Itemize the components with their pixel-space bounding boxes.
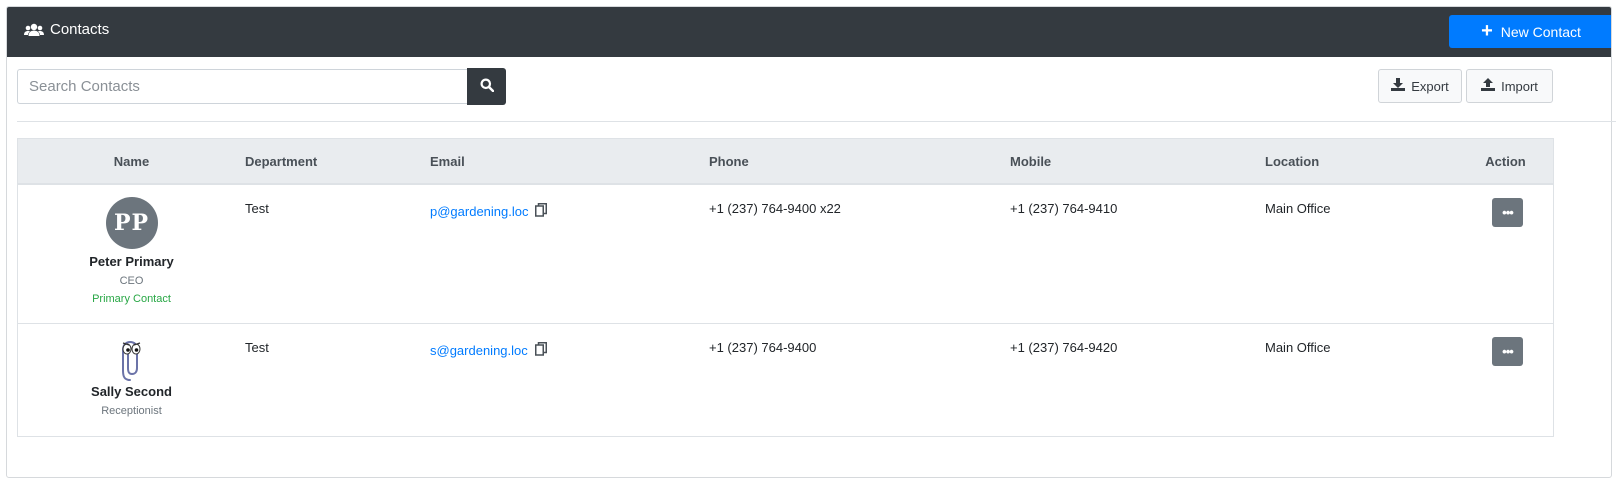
name-cell: Sally Second Receptionist (18, 323, 245, 437)
phone-cell: +1 (237) 764-9400 (709, 323, 1010, 437)
page-title: Contacts (24, 21, 109, 38)
copy-icon[interactable] (534, 342, 547, 359)
search-input[interactable] (17, 69, 467, 104)
export-button[interactable]: Export (1378, 69, 1462, 103)
search-icon (480, 78, 494, 95)
contact-title: CEO (119, 275, 144, 287)
new-contact-label: New Contact (1500, 23, 1581, 40)
location-cell: Main Office (1265, 323, 1458, 437)
new-contact-button[interactable]: + New Contact (1449, 15, 1611, 48)
ellipsis-icon: ••• (1502, 344, 1514, 359)
phone-text: +1 (237) 764-9400 (709, 340, 817, 355)
row-actions-button[interactable]: ••• (1492, 198, 1523, 227)
column-header-action: Action (1458, 139, 1553, 185)
mobile-text: +1 (237) 764-9410 (1010, 201, 1118, 216)
column-header-email[interactable]: Email (430, 139, 709, 185)
phone-cell: +1 (237) 764-9400 x22 (709, 184, 1010, 324)
department-text: Test (245, 201, 269, 216)
download-icon (1391, 78, 1406, 94)
column-header-phone[interactable]: Phone (709, 139, 1010, 185)
column-header-mobile[interactable]: Mobile (1010, 139, 1265, 185)
email-link[interactable]: p@gardening.loc (430, 204, 528, 219)
location-text: Main Office (1265, 340, 1331, 355)
contacts-table: Name Department Email Phone Mobile Locat… (17, 138, 1554, 437)
mobile-cell: +1 (237) 764-9410 (1010, 184, 1265, 324)
contact-name[interactable]: Sally Second (18, 384, 245, 399)
plus-icon: + (1481, 19, 1493, 42)
column-header-name[interactable]: Name (18, 139, 245, 185)
action-cell: ••• (1458, 184, 1553, 324)
export-label: Export (1411, 78, 1449, 94)
department-cell: Test (245, 323, 430, 437)
email-cell: p@gardening.loc (430, 184, 709, 324)
email-link[interactable]: s@gardening.loc (430, 343, 528, 358)
search-group (17, 68, 506, 105)
import-label: Import (1501, 78, 1538, 94)
mobile-cell: +1 (237) 764-9420 (1010, 323, 1265, 437)
search-button[interactable] (467, 68, 506, 105)
page-title-text: Contacts (50, 21, 110, 38)
name-cell: PP Peter Primary CEO Primary Contact (18, 184, 245, 324)
column-header-department[interactable]: Department (245, 139, 430, 185)
primary-contact-badge: Primary Contact (92, 293, 171, 305)
card-header: Contacts + New Contact (7, 7, 1611, 57)
avatar: PP (105, 197, 158, 249)
table-row: Sally Second Receptionist Test s@gardeni… (18, 323, 1553, 437)
action-cell: ••• (1458, 323, 1553, 437)
copy-icon[interactable] (535, 203, 548, 220)
phone-text: +1 (237) 764-9400 x22 (709, 201, 841, 216)
location-cell: Main Office (1265, 184, 1458, 324)
paperclip-avatar-icon (18, 338, 245, 382)
users-icon (24, 23, 44, 37)
department-text: Test (245, 340, 269, 355)
email-cell: s@gardening.loc (430, 323, 709, 437)
mobile-text: +1 (237) 764-9420 (1010, 340, 1118, 355)
divider (17, 121, 1616, 122)
department-cell: Test (245, 184, 430, 324)
table-header-row: Name Department Email Phone Mobile Locat… (18, 139, 1553, 185)
contact-title: Receptionist (101, 405, 162, 417)
upload-icon (1481, 78, 1496, 94)
import-button[interactable]: Import (1466, 69, 1553, 103)
ellipsis-icon: ••• (1502, 205, 1514, 220)
table-row: PP Peter Primary CEO Primary Contact Tes… (18, 184, 1553, 324)
location-text: Main Office (1265, 201, 1331, 216)
row-actions-button[interactable]: ••• (1492, 337, 1523, 366)
column-header-location[interactable]: Location (1265, 139, 1458, 185)
contact-name[interactable]: Peter Primary (18, 254, 245, 269)
